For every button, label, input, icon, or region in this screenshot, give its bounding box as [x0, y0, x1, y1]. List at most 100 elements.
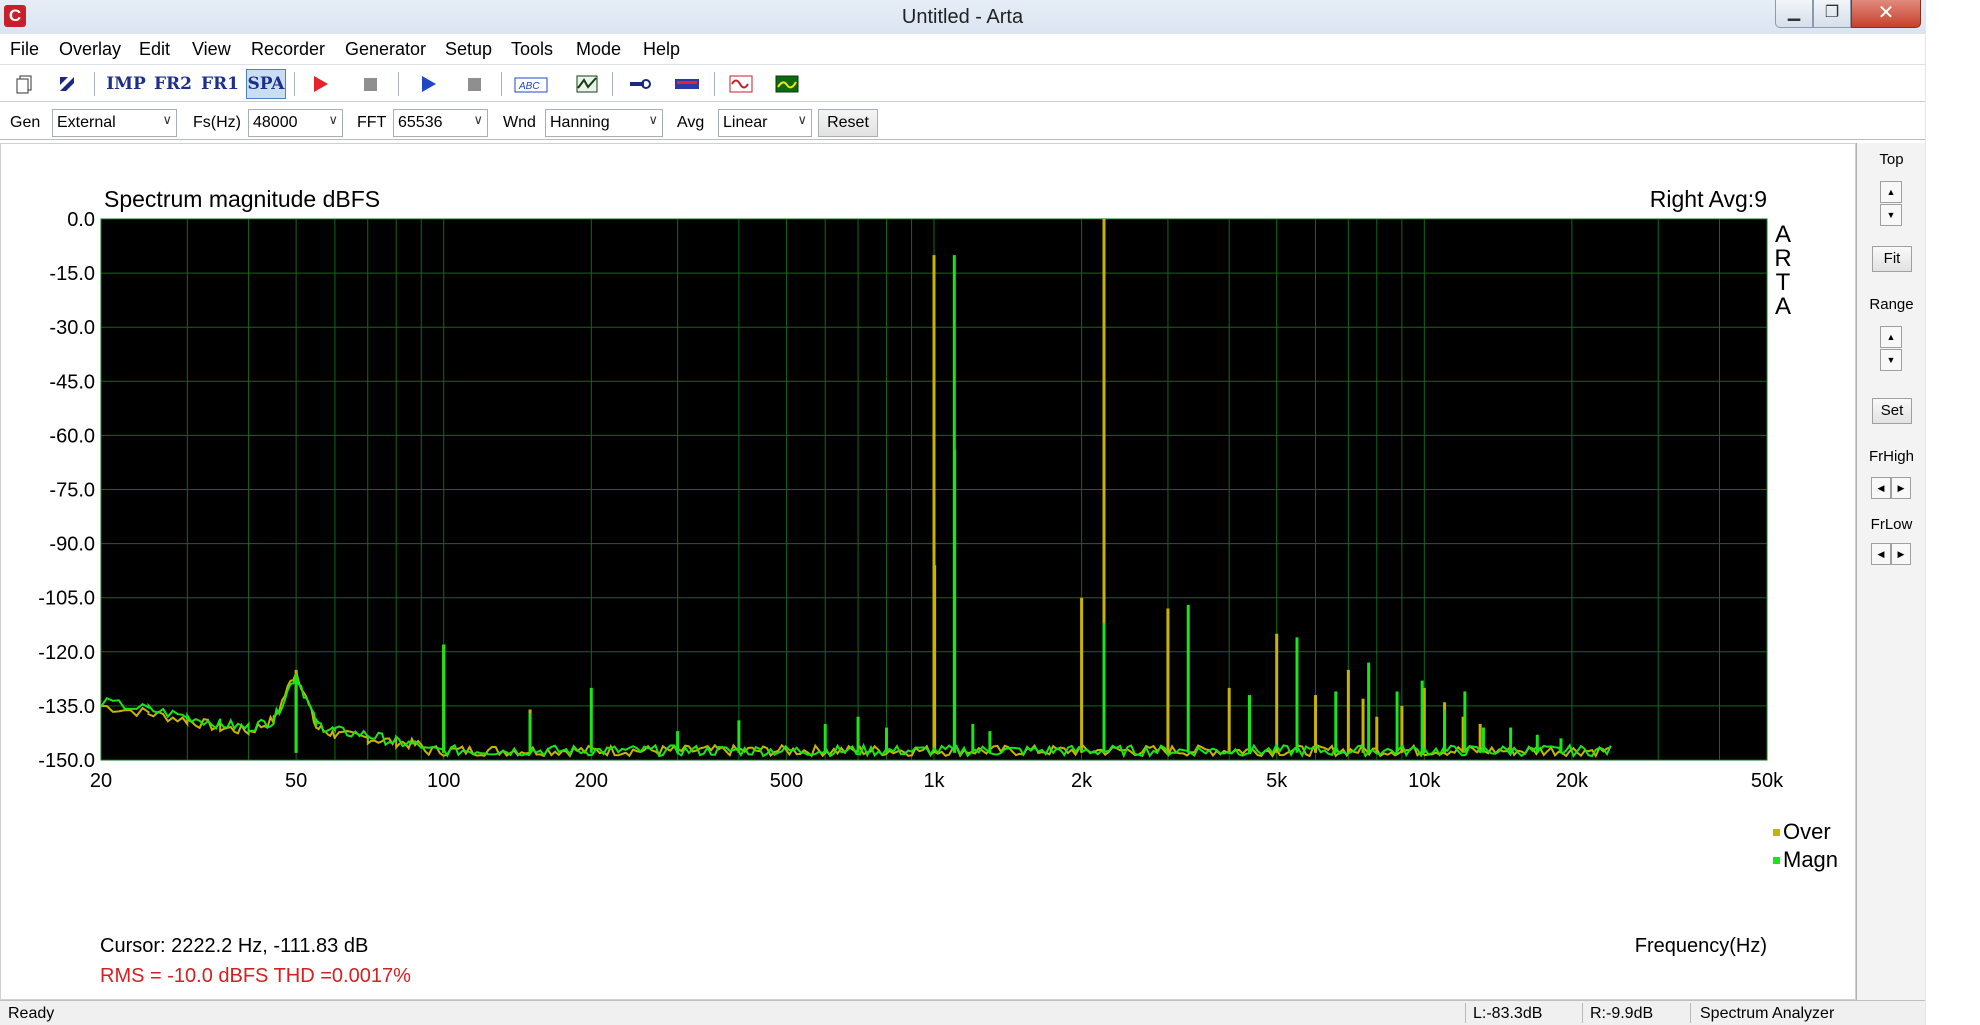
legend-swatch-over — [1773, 829, 1780, 836]
toolbar-separator — [398, 72, 399, 96]
menu-help[interactable]: Help — [643, 39, 680, 60]
spa-mode-icon[interactable]: SPA — [246, 69, 286, 99]
arta-watermark: A R T A — [1774, 221, 1791, 320]
wnd-select[interactable]: Hanning ∨ — [545, 109, 663, 137]
menu-recorder[interactable]: Recorder — [251, 39, 325, 60]
probe-icon[interactable] — [626, 69, 656, 99]
play-icon[interactable] — [413, 69, 443, 99]
fft-value: 65536 — [398, 114, 443, 131]
close-button[interactable]: ✕ — [1851, 0, 1921, 28]
top-up-button[interactable]: ▲ — [1880, 181, 1902, 203]
x-tick-label: 1k — [923, 770, 945, 792]
y-tick-label: -150.0 — [38, 750, 95, 772]
analyzer-icon[interactable] — [772, 69, 802, 99]
frlow-left-button[interactable]: ◀ — [1871, 543, 1891, 565]
y-axis-ticks: 0.0 -15.0 -30.0 -45.0 -60.0 -75.0 -90.0 -105.0 -… — [38, 209, 95, 772]
menu-overlay[interactable]: Overlay — [59, 39, 121, 60]
fr1-mode-icon[interactable]: FR1 — [200, 69, 240, 99]
frhigh-left-button[interactable]: ◀ — [1871, 477, 1891, 499]
spa-label: SPA — [247, 74, 285, 94]
top-label: Top — [1879, 151, 1904, 168]
fs-value: 48000 — [253, 114, 298, 131]
spectrum-plot-panel: Spectrum magnitude dBFS Right Avg:9 0.0 -… — [0, 143, 1856, 1000]
fr2-label: FR2 — [153, 74, 193, 94]
status-left-level: L:-83.3dB — [1473, 1005, 1543, 1022]
gen-value: External — [57, 114, 116, 131]
frhigh-label: FrHigh — [1868, 448, 1914, 465]
top-down-button[interactable]: ▼ — [1880, 204, 1902, 226]
menu-generator[interactable]: Generator — [345, 39, 426, 60]
y-tick-label: -135.0 — [38, 696, 95, 718]
fs-label: Fs(Hz) — [193, 114, 241, 131]
stop-play-icon[interactable] — [459, 69, 489, 99]
open-icon[interactable] — [52, 69, 82, 99]
toolbar-separator — [612, 72, 613, 96]
x-tick-label: 5k — [1266, 770, 1288, 792]
fr1-label: FR1 — [200, 74, 240, 94]
spectrum-chart[interactable]: Spectrum magnitude dBFS Right Avg:9 0.0 -… — [1, 144, 1857, 1001]
chevron-down-icon: ∨ — [648, 112, 658, 127]
status-right-level: R:-9.9dB — [1590, 1005, 1654, 1022]
fft-select[interactable]: 65536 ∨ — [393, 109, 488, 137]
watermark-letter: R — [1774, 245, 1791, 272]
window-edge — [1925, 0, 1980, 1025]
menu-setup[interactable]: Setup — [445, 39, 492, 60]
scope-icon[interactable] — [572, 69, 602, 99]
watermark-letter: T — [1776, 269, 1791, 296]
menu-bar: File Overlay Edit View Recorder Generato… — [0, 35, 1925, 65]
legend-label-magn: Magn — [1783, 847, 1838, 872]
reset-button[interactable]: Reset — [818, 109, 878, 137]
gen-select[interactable]: External ∨ — [52, 109, 177, 137]
minimize-button[interactable]: ▁ — [1775, 0, 1813, 28]
range-up-button[interactable]: ▲ — [1880, 326, 1902, 348]
frhigh-right-button[interactable]: ▶ — [1891, 477, 1911, 499]
x-axis-label: Frequency(Hz) — [1635, 935, 1767, 957]
right-control-panel: Top ▲ ▼ Fit Range ▲ ▼ Set FrHigh ◀ ▶ FrL… — [1856, 143, 1925, 1000]
record-icon[interactable] — [305, 69, 335, 99]
watermark-letter: A — [1775, 293, 1791, 320]
chevron-down-icon: ∨ — [797, 112, 807, 127]
menu-tools[interactable]: Tools — [511, 39, 553, 60]
channel-info: Right Avg:9 — [1650, 186, 1767, 212]
x-tick-label: 100 — [427, 770, 460, 792]
restore-button[interactable]: ❐ — [1813, 0, 1851, 28]
avg-select[interactable]: Linear ∨ — [718, 109, 812, 137]
abc-icon[interactable]: ABC — [513, 69, 549, 99]
chart-title: Spectrum magnitude dBFS — [104, 186, 380, 212]
new-document-icon[interactable] — [10, 69, 40, 99]
set-button[interactable]: Set — [1872, 398, 1912, 424]
stop-record-icon[interactable] — [355, 69, 385, 99]
menu-edit[interactable]: Edit — [139, 39, 170, 60]
x-tick-label: 50k — [1751, 770, 1784, 792]
fr2-mode-icon[interactable]: FR2 — [153, 69, 193, 99]
title-bar[interactable]: C Untitled - Arta ▁ ❐ ✕ — [0, 0, 1925, 34]
menu-file[interactable]: File — [10, 39, 39, 60]
watermark-letter: A — [1775, 221, 1791, 248]
x-tick-label: 20 — [90, 770, 112, 792]
generator-icon[interactable] — [726, 69, 756, 99]
arta-window: C Untitled - Arta ▁ ❐ ✕ File Overlay Edi… — [0, 0, 1980, 1025]
frlow-label: FrLow — [1870, 516, 1913, 533]
toolbar-separator — [501, 72, 502, 96]
fit-button[interactable]: Fit — [1872, 246, 1912, 272]
x-tick-label: 50 — [285, 770, 307, 792]
imp-mode-icon[interactable]: IMP — [106, 69, 146, 99]
fs-select[interactable]: 48000 ∨ — [248, 109, 343, 137]
frlow-right-button[interactable]: ▶ — [1891, 543, 1911, 565]
x-tick-label: 20k — [1556, 770, 1589, 792]
range-down-button[interactable]: ▼ — [1880, 349, 1902, 371]
menu-mode[interactable]: Mode — [576, 39, 621, 60]
y-tick-label: -120.0 — [38, 642, 95, 664]
toolbar-separator — [294, 72, 295, 96]
vu-meter-icon[interactable] — [672, 69, 702, 99]
rms-thd-readout: RMS = -10.0 dBFS THD =0.0017% — [100, 965, 411, 987]
toolbar-separator — [94, 72, 95, 96]
svg-text:ABC: ABC — [518, 81, 540, 92]
x-tick-label: 2k — [1071, 770, 1093, 792]
menu-view[interactable]: View — [192, 39, 231, 60]
x-tick-label: 10k — [1408, 770, 1441, 792]
chevron-down-icon: ∨ — [328, 112, 338, 127]
range-label: Range — [1869, 296, 1914, 313]
status-separator — [1582, 1003, 1583, 1023]
legend: Over Magn — [1773, 819, 1838, 872]
